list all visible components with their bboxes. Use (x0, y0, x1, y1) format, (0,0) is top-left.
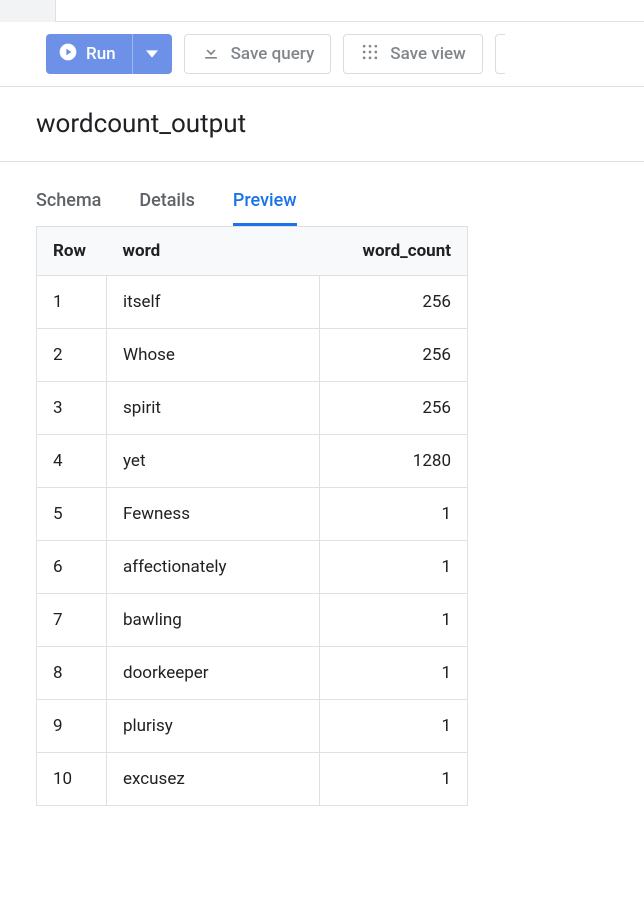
preview-table-wrap: Row word word_count 1itself2562Whose2563… (0, 226, 644, 806)
table-row: 6affectionately1 (37, 541, 468, 594)
cell-word: affectionately (107, 541, 320, 594)
toolbar: Run Save query Save view (0, 22, 644, 87)
cell-word-count: 1 (320, 541, 468, 594)
cell-row-number: 7 (37, 594, 107, 647)
cell-word: Fewness (107, 488, 320, 541)
cell-word: bawling (107, 594, 320, 647)
cell-word-count: 1 (320, 594, 468, 647)
cell-row-number: 1 (37, 276, 107, 329)
table-header-row: Row word word_count (37, 227, 468, 276)
cell-row-number: 8 (37, 647, 107, 700)
cell-word-count: 1 (320, 700, 468, 753)
cell-word: excusez (107, 753, 320, 806)
cell-word: itself (107, 276, 320, 329)
toolbar-overflow-stub[interactable] (495, 34, 505, 74)
col-header-word-count: word_count (320, 227, 468, 276)
save-query-label: Save query (231, 44, 315, 64)
tab-schema[interactable]: Schema (36, 190, 101, 226)
table-row: 8doorkeeper1 (37, 647, 468, 700)
save-view-label: Save view (390, 44, 465, 64)
grid-icon (360, 42, 380, 67)
cell-word: plurisy (107, 700, 320, 753)
play-icon (58, 42, 78, 67)
cell-word: yet (107, 435, 320, 488)
table-row: 7bawling1 (37, 594, 468, 647)
run-dropdown-button[interactable] (132, 34, 172, 74)
cell-row-number: 4 (37, 435, 107, 488)
run-label: Run (86, 44, 116, 64)
cell-row-number: 9 (37, 700, 107, 753)
cell-word-count: 256 (320, 329, 468, 382)
cell-word-count: 1280 (320, 435, 468, 488)
cell-row-number: 5 (37, 488, 107, 541)
top-strip (0, 0, 644, 22)
caret-down-icon (146, 45, 158, 64)
table-row: 1itself256 (37, 276, 468, 329)
page-title: wordcount_output (0, 87, 644, 162)
preview-table: Row word word_count 1itself2562Whose2563… (36, 226, 468, 806)
cell-word: doorkeeper (107, 647, 320, 700)
tab-preview[interactable]: Preview (233, 190, 297, 226)
col-header-row: Row (37, 227, 107, 276)
cell-word-count: 1 (320, 753, 468, 806)
col-header-word: word (107, 227, 320, 276)
table-row: 4yet1280 (37, 435, 468, 488)
table-row: 10excusez1 (37, 753, 468, 806)
cell-row-number: 10 (37, 753, 107, 806)
table-row: 5Fewness1 (37, 488, 468, 541)
run-button[interactable]: Run (46, 34, 132, 74)
cell-word-count: 1 (320, 488, 468, 541)
table-row: 2Whose256 (37, 329, 468, 382)
table-row: 9plurisy1 (37, 700, 468, 753)
save-query-button[interactable]: Save query (184, 34, 332, 74)
run-split-button: Run (46, 34, 172, 74)
cell-row-number: 3 (37, 382, 107, 435)
cell-row-number: 6 (37, 541, 107, 594)
table-row: 3spirit256 (37, 382, 468, 435)
cell-word: Whose (107, 329, 320, 382)
download-icon (201, 42, 221, 67)
tabs: Schema Details Preview (0, 162, 644, 226)
cell-word-count: 256 (320, 382, 468, 435)
cell-word-count: 1 (320, 647, 468, 700)
tab-details[interactable]: Details (139, 190, 195, 226)
cell-row-number: 2 (37, 329, 107, 382)
editor-tab-stub[interactable] (0, 0, 56, 22)
cell-word-count: 256 (320, 276, 468, 329)
cell-word: spirit (107, 382, 320, 435)
save-view-button[interactable]: Save view (343, 34, 482, 74)
